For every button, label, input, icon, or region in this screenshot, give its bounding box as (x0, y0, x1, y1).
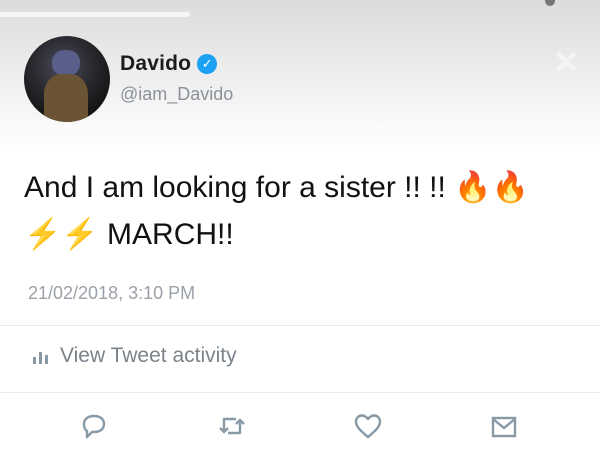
view-tweet-activity-label: View Tweet activity (60, 344, 237, 367)
heart-icon (354, 414, 382, 439)
tweet-actions (0, 406, 600, 452)
user-handle[interactable]: @iam_Davido (120, 84, 233, 105)
retweet-icon (219, 417, 245, 435)
tweet-timestamp: 21/02/2018, 3:10 PM (28, 283, 196, 303)
status-bar-indicator (0, 12, 190, 17)
tweet-text: And I am looking for a sister !! !! 🔥🔥 ⚡… (24, 164, 584, 258)
display-name[interactable]: Davido (120, 52, 191, 76)
reply-icon (82, 414, 106, 439)
close-icon[interactable]: × (548, 42, 584, 82)
share-button[interactable] (484, 406, 524, 446)
tweet-text-line-1: And I am looking for a sister !! !! 🔥🔥 (24, 171, 529, 204)
like-button[interactable] (348, 406, 388, 446)
retweet-button[interactable] (212, 406, 252, 446)
tweet-text-line-2: ⚡⚡ MARCH!! (24, 218, 234, 251)
avatar[interactable] (24, 36, 110, 122)
divider (0, 392, 600, 393)
avatar-figure-body (44, 74, 88, 122)
avatar-figure-head (52, 50, 80, 76)
share-icon (491, 416, 517, 438)
verified-badge-icon: ✓ (197, 54, 218, 74)
reply-button[interactable] (74, 406, 114, 446)
divider (0, 325, 600, 326)
view-tweet-activity-link[interactable]: View Tweet activity (30, 344, 237, 368)
name-row: Davido ✓ (120, 52, 218, 76)
bar-chart-icon (33, 352, 48, 364)
